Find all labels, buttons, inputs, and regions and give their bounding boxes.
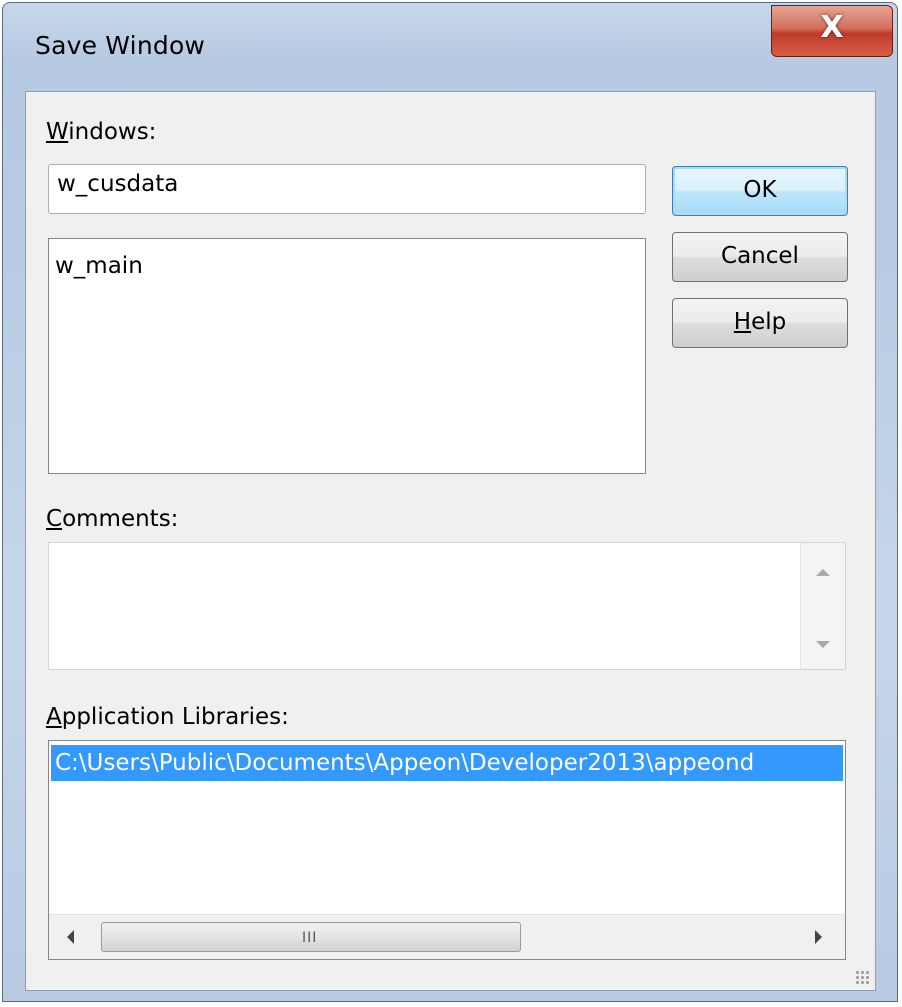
libraries-horizontal-scrollbar[interactable]: III bbox=[49, 914, 845, 959]
windows-label: Windows: bbox=[46, 119, 156, 145]
window-title: Save Window bbox=[35, 31, 206, 60]
comments-label-accelerator: C bbox=[46, 506, 63, 532]
window-name-value: w_cusdata bbox=[57, 171, 179, 197]
application-libraries-label-text: pplication Libraries: bbox=[61, 704, 289, 730]
horizontal-scroll-thumb[interactable]: III bbox=[101, 922, 521, 952]
dialog-body: Windows: w_cusdata w_main OK Cancel Help… bbox=[25, 91, 876, 991]
list-item[interactable]: w_main bbox=[55, 253, 143, 279]
title-bar[interactable]: Save Window X bbox=[3, 3, 897, 93]
scroll-right-arrow-icon[interactable] bbox=[815, 930, 822, 944]
windows-label-text: indows: bbox=[68, 119, 157, 145]
help-button[interactable]: Help bbox=[672, 298, 848, 348]
comments-label-text: omments: bbox=[62, 506, 179, 532]
close-button[interactable]: X bbox=[771, 5, 893, 57]
comments-label: Comments: bbox=[46, 506, 178, 532]
scroll-thumb-grip: III bbox=[302, 930, 318, 946]
windows-list[interactable]: w_main bbox=[48, 238, 646, 474]
scroll-down-arrow-icon[interactable] bbox=[816, 641, 830, 648]
close-icon: X bbox=[820, 10, 844, 45]
list-item[interactable]: C:\Users\Public\Documents\Appeon\Develop… bbox=[51, 745, 843, 781]
cancel-button[interactable]: Cancel bbox=[672, 232, 848, 282]
comments-vertical-scrollbar[interactable] bbox=[800, 543, 845, 669]
ok-button[interactable]: OK bbox=[672, 166, 848, 216]
scroll-up-arrow-icon[interactable] bbox=[816, 569, 830, 576]
application-libraries-label-accelerator: A bbox=[46, 704, 62, 730]
windows-label-accelerator: W bbox=[46, 119, 69, 145]
application-libraries-label: Application Libraries: bbox=[46, 704, 289, 730]
comments-textarea[interactable] bbox=[48, 542, 846, 670]
scroll-left-arrow-icon[interactable] bbox=[67, 930, 74, 944]
save-window-dialog: Save Window X Windows: w_cusdata w_main … bbox=[2, 2, 898, 1002]
resize-grip-icon[interactable] bbox=[855, 970, 871, 986]
window-name-input[interactable]: w_cusdata bbox=[48, 164, 646, 214]
help-button-accelerator: H bbox=[733, 309, 752, 335]
help-button-text: elp bbox=[751, 309, 787, 335]
application-libraries-list[interactable]: C:\Users\Public\Documents\Appeon\Develop… bbox=[48, 740, 846, 960]
